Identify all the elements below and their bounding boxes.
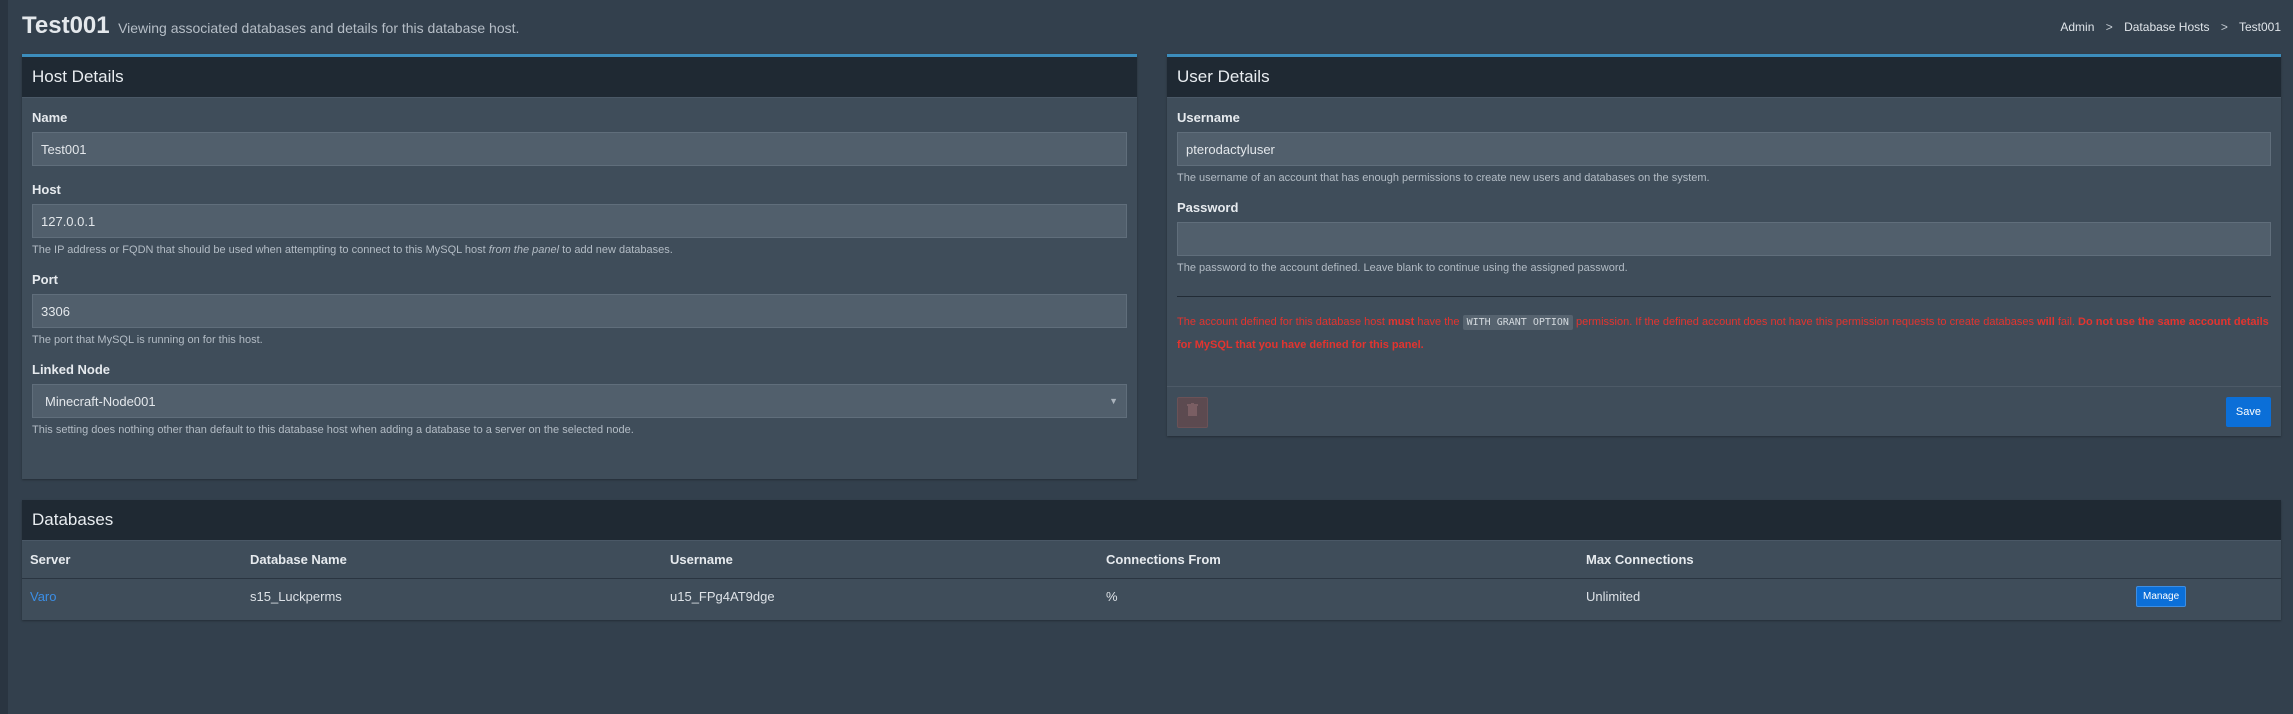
user-details-header: User Details: [1167, 57, 2281, 98]
host-help: The IP address or FQDN that should be us…: [32, 244, 673, 256]
trash-icon: [1187, 403, 1198, 421]
divider: [1177, 296, 2271, 297]
table-header-row: Server Database Name Username Connection…: [22, 541, 2281, 579]
sidebar-edge: [0, 0, 8, 714]
delete-button[interactable]: [1177, 396, 1208, 428]
username-input[interactable]: [1177, 132, 2271, 166]
column-server: Server: [22, 541, 242, 579]
host-details-panel: Host Details Name Host The IP address or…: [22, 54, 1137, 479]
database-name-cell: s15_Luckperms: [250, 589, 342, 605]
manage-button[interactable]: Manage: [2136, 586, 2187, 608]
host-details-header: Host Details: [22, 57, 1137, 98]
name-label: Name: [32, 110, 68, 125]
name-input[interactable]: [32, 132, 1127, 166]
linked-node-help: This setting does nothing other than def…: [32, 424, 634, 436]
column-database-name: Database Name: [242, 541, 662, 579]
user-details-panel: User Details Username The username of an…: [1167, 54, 2281, 436]
server-link[interactable]: Varo: [30, 589, 57, 604]
linked-node-select[interactable]: Minecraft-Node001 ▼: [32, 384, 1127, 418]
databases-table: Server Database Name Username Connection…: [22, 541, 2281, 615]
grant-warning: The account defined for this database ho…: [1177, 315, 2269, 351]
table-row: Varo s15_Luckperms u15_FPg4AT9dge % Unli…: [22, 578, 2281, 615]
password-help: The password to the account defined. Lea…: [1177, 262, 1628, 274]
breadcrumb-separator: >: [2105, 20, 2113, 34]
save-button[interactable]: Save: [2225, 397, 2271, 427]
page-header: Test001 Viewing associated databases and…: [22, 12, 2281, 42]
port-label: Port: [32, 272, 58, 287]
host-label: Host: [32, 182, 61, 197]
linked-node-value: Minecraft-Node001: [45, 393, 156, 409]
databases-header: Databases: [22, 500, 2281, 541]
breadcrumb: Admin > Database Hosts > Test001: [2060, 20, 2281, 34]
breadcrumb-current: Test001: [2238, 20, 2281, 34]
host-input[interactable]: [32, 204, 1127, 238]
connections-from-cell: %: [1106, 589, 1118, 605]
breadcrumb-admin[interactable]: Admin: [2060, 20, 2094, 34]
username-cell: u15_FPg4AT9dge: [670, 589, 775, 605]
port-input[interactable]: [32, 294, 1127, 328]
page-subtitle: Viewing associated databases and details…: [118, 20, 520, 36]
column-max-connections: Max Connections: [1578, 541, 2128, 579]
password-input[interactable]: [1177, 222, 2271, 256]
linked-node-label: Linked Node: [32, 362, 111, 377]
column-actions: [2128, 541, 2281, 579]
breadcrumb-database-hosts[interactable]: Database Hosts: [2124, 20, 2209, 34]
port-help: The port that MySQL is running on for th…: [32, 334, 263, 346]
password-label: Password: [1177, 200, 1239, 215]
grant-option-code: WITH GRANT OPTION: [1462, 315, 1573, 330]
chevron-down-icon: ▼: [1109, 396, 1118, 406]
username-label: Username: [1177, 110, 1240, 125]
column-connections-from: Connections From: [1098, 541, 1578, 579]
username-help: The username of an account that has enou…: [1177, 172, 1710, 184]
column-username: Username: [662, 541, 1098, 579]
databases-panel: Databases Server Database Name Username …: [22, 500, 2281, 620]
max-connections-cell: Unlimited: [1586, 589, 1641, 605]
breadcrumb-separator: >: [2220, 20, 2228, 34]
page-title: Test001: [22, 12, 110, 39]
user-details-footer: Save: [1167, 386, 2281, 437]
